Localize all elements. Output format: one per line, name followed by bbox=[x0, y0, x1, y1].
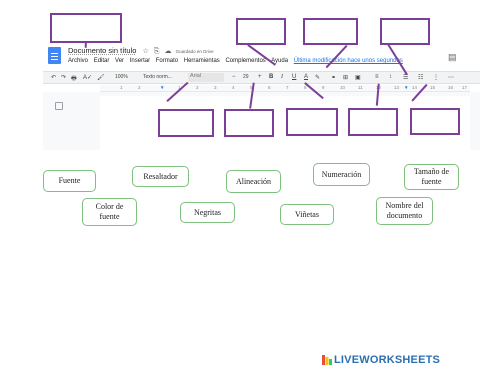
answer-box-8[interactable] bbox=[348, 108, 398, 136]
label-nombre-del-documento[interactable]: Nombre del documento bbox=[376, 197, 433, 225]
bold-button[interactable]: B bbox=[269, 74, 273, 80]
answer-box-5[interactable] bbox=[158, 109, 214, 137]
saved-status: Guardado en Drive bbox=[175, 49, 214, 54]
menu-item-insertar[interactable]: Insertar bbox=[130, 58, 150, 64]
label-resaltador[interactable]: Resaltador bbox=[132, 166, 189, 187]
doc-title-bar: Documento sin título ☆ ⎘ ☁ Guardado en D… bbox=[68, 46, 214, 56]
doc-title[interactable]: Documento sin título bbox=[68, 46, 136, 55]
liveworksheets-watermark: LIVEWORKSHEETS bbox=[334, 354, 441, 366]
menu-item-herramientas[interactable]: Herramientas bbox=[184, 58, 220, 64]
answer-box-2[interactable] bbox=[236, 18, 286, 45]
ruler-number: 7 bbox=[286, 85, 289, 90]
print-icon[interactable]: 🖶 bbox=[71, 74, 77, 84]
docs-logo-icon bbox=[48, 47, 61, 64]
bulleted-list-icon[interactable]: ☷ bbox=[418, 74, 423, 81]
label-alineacion[interactable]: Alineación bbox=[226, 170, 281, 193]
outline-icon[interactable] bbox=[55, 102, 63, 110]
cloud-icon: ☁ bbox=[164, 48, 172, 55]
align-icon[interactable]: ≡ bbox=[375, 74, 379, 80]
ruler-number: 16 bbox=[448, 85, 454, 90]
line-spacing-icon[interactable]: ↕ bbox=[389, 74, 392, 80]
ruler-number: 3 bbox=[214, 85, 217, 90]
ruler-number: 13 bbox=[394, 85, 400, 90]
label-negritas[interactable]: Negritas bbox=[180, 202, 235, 223]
label-color-de-fuente[interactable]: Color de fuente bbox=[82, 198, 137, 226]
italic-button[interactable]: I bbox=[281, 74, 283, 80]
ruler-number: 10 bbox=[340, 85, 346, 90]
label-vinetas[interactable]: Viñetas bbox=[280, 204, 334, 225]
numbered-list-icon[interactable]: ⋮ bbox=[433, 74, 439, 81]
ruler-number: 8 bbox=[304, 85, 307, 90]
text-color-button[interactable]: A bbox=[304, 74, 308, 80]
redo-icon[interactable]: ↷ bbox=[61, 74, 66, 81]
comments-icon[interactable]: ▤ bbox=[448, 52, 457, 63]
paint-format-icon[interactable]: 🖌 bbox=[97, 74, 105, 81]
zoom-select[interactable]: 100% bbox=[115, 74, 128, 80]
liveworksheets-logo-icon bbox=[322, 355, 332, 365]
ruler-number: 1 bbox=[120, 85, 123, 90]
toolbar: ↶ ↷ 🖶 A✓ 🖌 100% Texto norm... Arial − 29… bbox=[43, 71, 480, 84]
ruler-number: 4 bbox=[232, 85, 235, 90]
undo-icon[interactable]: ↶ bbox=[51, 74, 56, 81]
answer-box-6[interactable] bbox=[224, 109, 274, 137]
last-edit-link[interactable]: Última modificación hace unos segundos bbox=[294, 58, 403, 64]
link-icon[interactable]: ⚭ bbox=[331, 74, 336, 81]
ruler-number: 9 bbox=[322, 85, 325, 90]
ruler-number: 15 bbox=[430, 85, 436, 90]
font-select[interactable]: Arial bbox=[188, 73, 224, 82]
answer-box-4[interactable] bbox=[380, 18, 430, 45]
answer-box-7[interactable] bbox=[286, 108, 338, 136]
label-numeracion[interactable]: Numeración bbox=[313, 163, 370, 186]
menu-item-ver[interactable]: Ver bbox=[115, 58, 124, 64]
label-fuente[interactable]: Fuente bbox=[43, 170, 96, 192]
ruler-marker[interactable]: ▼ bbox=[160, 85, 164, 90]
ruler-number: 6 bbox=[268, 85, 271, 90]
more-icon[interactable]: ⋯ bbox=[448, 74, 454, 81]
folder-icon[interactable]: ⎘ bbox=[154, 48, 160, 55]
connector-line bbox=[85, 42, 87, 48]
star-icon[interactable]: ☆ bbox=[142, 48, 148, 55]
highlight-icon[interactable]: ✎ bbox=[315, 74, 320, 81]
underline-button[interactable]: U bbox=[292, 74, 296, 80]
font-size-increase[interactable]: + bbox=[258, 74, 262, 80]
menu-bar: Archivo Editar Ver Insertar Formato Herr… bbox=[68, 58, 407, 64]
label-tamano-de-fuente[interactable]: Tamaño de fuente bbox=[404, 164, 459, 190]
answer-box-9[interactable] bbox=[410, 108, 460, 135]
font-size-decrease[interactable]: − bbox=[232, 74, 236, 80]
insert-image-icon[interactable]: ▣ bbox=[355, 74, 361, 81]
style-select[interactable]: Texto norm... bbox=[143, 74, 172, 80]
ruler-number: 17 bbox=[462, 85, 468, 90]
ruler-right-marker[interactable]: ▼ bbox=[404, 85, 408, 90]
ruler-number: 14 bbox=[412, 85, 418, 90]
menu-item-formato[interactable]: Formato bbox=[156, 58, 178, 64]
menu-item-archivo[interactable]: Archivo bbox=[68, 58, 88, 64]
menu-item-editar[interactable]: Editar bbox=[94, 58, 110, 64]
ruler-number: 2 bbox=[196, 85, 199, 90]
menu-item-complementos[interactable]: Complementos bbox=[225, 58, 265, 64]
add-comment-icon[interactable]: ⊞ bbox=[343, 74, 348, 81]
ruler: 1 2 ▼ 1 2 3 4 5 6 7 8 9 10 11 12 13 14 1… bbox=[100, 85, 470, 92]
answer-box-3[interactable] bbox=[303, 18, 358, 45]
ruler-number: 2 bbox=[138, 85, 141, 90]
ruler-number: 11 bbox=[358, 85, 363, 90]
spellcheck-icon[interactable]: A✓ bbox=[83, 74, 92, 81]
answer-box-1[interactable] bbox=[50, 13, 122, 43]
font-size-input[interactable]: 29 bbox=[243, 74, 249, 80]
